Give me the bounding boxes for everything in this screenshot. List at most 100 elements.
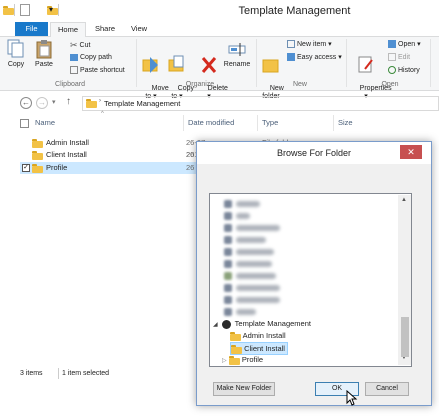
drive-icon bbox=[224, 296, 232, 304]
folder-icon bbox=[86, 99, 97, 109]
clipboard-group-label: Clipboard bbox=[55, 81, 85, 88]
redacted-text bbox=[236, 309, 256, 315]
column-separator bbox=[333, 115, 334, 131]
open-icon bbox=[388, 40, 396, 49]
tree-item-label: Client Install bbox=[244, 344, 285, 353]
close-button[interactable]: ✕ bbox=[400, 145, 422, 159]
easy-access-button[interactable]: Easy access ▾ bbox=[287, 53, 342, 63]
drive-icon bbox=[224, 212, 232, 220]
history-label: History bbox=[398, 67, 420, 74]
folder-icon bbox=[228, 355, 240, 365]
new-item-label: New item ▾ bbox=[297, 41, 332, 48]
cut-button[interactable]: ✂ Cut bbox=[70, 40, 90, 51]
tree-item-profile[interactable]: ▷ Profile bbox=[222, 354, 264, 366]
breadcrumb[interactable]: Template Management bbox=[104, 97, 180, 110]
drive-icon bbox=[224, 272, 232, 280]
open-group-label: Open bbox=[381, 81, 399, 88]
file-date: 26 bbox=[186, 163, 195, 172]
paste-shortcut-label: Paste shortcut bbox=[80, 67, 125, 74]
title-bar: ▾ Template Management bbox=[0, 0, 439, 22]
copy-icon bbox=[7, 39, 24, 58]
recent-locations-icon[interactable]: ▾ bbox=[52, 98, 56, 106]
column-header-date[interactable]: Date modified bbox=[188, 118, 234, 127]
up-arrow-icon[interactable]: ↑ bbox=[66, 96, 71, 107]
column-header-type[interactable]: Type bbox=[262, 118, 278, 127]
tree-item-label: Admin Install bbox=[242, 331, 286, 340]
redacted-text bbox=[236, 237, 266, 243]
status-item-count: 3 items bbox=[20, 370, 43, 377]
folder-icon bbox=[32, 139, 43, 149]
copy-path-button[interactable]: Copy path bbox=[70, 53, 112, 63]
redacted-text bbox=[236, 273, 276, 279]
drive-icon bbox=[224, 248, 232, 256]
copy-path-icon bbox=[70, 53, 78, 61]
select-all-checkbox[interactable] bbox=[20, 119, 29, 128]
collapsed-arrow-icon[interactable]: ▷ bbox=[222, 358, 227, 364]
list-item-selected[interactable]: ✓ Profile 26 bbox=[20, 162, 198, 174]
dialog-title-bar: Browse For Folder ✕ bbox=[197, 142, 431, 164]
tree-item-label: Template Management bbox=[234, 319, 311, 328]
paste-label: Paste bbox=[35, 61, 53, 68]
rename-button[interactable]: Rename bbox=[222, 39, 252, 69]
status-separator bbox=[58, 368, 59, 379]
new-item-icon bbox=[287, 40, 295, 49]
item-checkbox[interactable]: ✓ bbox=[22, 164, 30, 172]
tab-view[interactable]: View bbox=[124, 22, 154, 36]
ribbon-tabs: File Home Share View bbox=[0, 22, 439, 37]
cut-label: Cut bbox=[79, 41, 91, 49]
edit-label: Edit bbox=[398, 54, 411, 61]
paste-shortcut-button[interactable]: Paste shortcut bbox=[70, 66, 125, 76]
redacted-text bbox=[236, 201, 260, 207]
column-header-name[interactable]: Name bbox=[35, 118, 55, 127]
close-icon: ✕ bbox=[407, 147, 415, 157]
list-item[interactable]: Admin Install 26-07-2016 12:55 bbox=[20, 137, 210, 171]
folder-tree[interactable]: ◢ Template Management Admin Install Clie… bbox=[209, 193, 412, 367]
easy-access-label: Easy access ▾ bbox=[297, 54, 342, 61]
drive-icon bbox=[224, 224, 232, 232]
forward-icon[interactable]: → bbox=[36, 97, 48, 109]
tab-home[interactable]: Home bbox=[50, 22, 86, 37]
rename-icon bbox=[228, 43, 246, 56]
tab-share[interactable]: Share bbox=[88, 22, 122, 36]
redacted-text bbox=[236, 297, 280, 303]
list-item[interactable]: Client Install 26 bbox=[20, 149, 210, 161]
history-icon bbox=[388, 66, 396, 75]
copy-path-label: Copy path bbox=[80, 54, 112, 61]
tree-item-admin-install[interactable]: Admin Install bbox=[230, 330, 286, 341]
copy-button[interactable]: Copy bbox=[3, 39, 29, 69]
back-icon[interactable]: ← bbox=[20, 97, 32, 109]
folder-icon bbox=[32, 151, 43, 161]
scissors-icon: ✂ bbox=[70, 40, 78, 50]
expand-arrow-icon[interactable]: ◢ bbox=[213, 322, 218, 328]
window-title: Template Management bbox=[238, 5, 351, 17]
file-name: Admin Install bbox=[46, 138, 89, 147]
tree-item-label: Profile bbox=[241, 355, 264, 364]
edit-button[interactable]: Edit bbox=[388, 53, 410, 63]
file-date: 26 bbox=[186, 150, 195, 159]
paste-button[interactable]: Paste bbox=[31, 39, 57, 69]
open-button[interactable]: Open ▾ bbox=[388, 40, 421, 50]
drive-icon bbox=[224, 260, 232, 268]
drive-icon bbox=[224, 236, 232, 244]
paste-shortcut-icon bbox=[70, 66, 78, 75]
folder-icon bbox=[32, 164, 43, 174]
new-folder-icon bbox=[262, 59, 279, 73]
make-new-folder-button[interactable]: Make New Folder bbox=[213, 382, 275, 396]
organize-group-label: Organize bbox=[185, 81, 215, 88]
sort-indicator-icon: ^ bbox=[101, 111, 104, 117]
new-group-label: New bbox=[292, 81, 307, 88]
scroll-up-icon[interactable]: ▲ bbox=[401, 197, 407, 203]
scrollbar-thumb[interactable] bbox=[401, 317, 409, 357]
group-separator bbox=[430, 39, 431, 87]
move-to-icon bbox=[142, 57, 158, 73]
copy-to-icon bbox=[168, 55, 184, 72]
history-button[interactable]: History bbox=[388, 66, 420, 76]
column-header-size[interactable]: Size bbox=[338, 118, 353, 127]
paste-icon bbox=[36, 40, 52, 59]
cancel-button[interactable]: Cancel bbox=[365, 382, 409, 396]
redacted-text bbox=[236, 285, 280, 291]
new-item-button[interactable]: New item ▾ bbox=[287, 40, 332, 50]
tab-file[interactable]: File bbox=[15, 22, 48, 36]
redacted-text bbox=[236, 261, 272, 267]
file-name: Profile bbox=[46, 163, 68, 172]
